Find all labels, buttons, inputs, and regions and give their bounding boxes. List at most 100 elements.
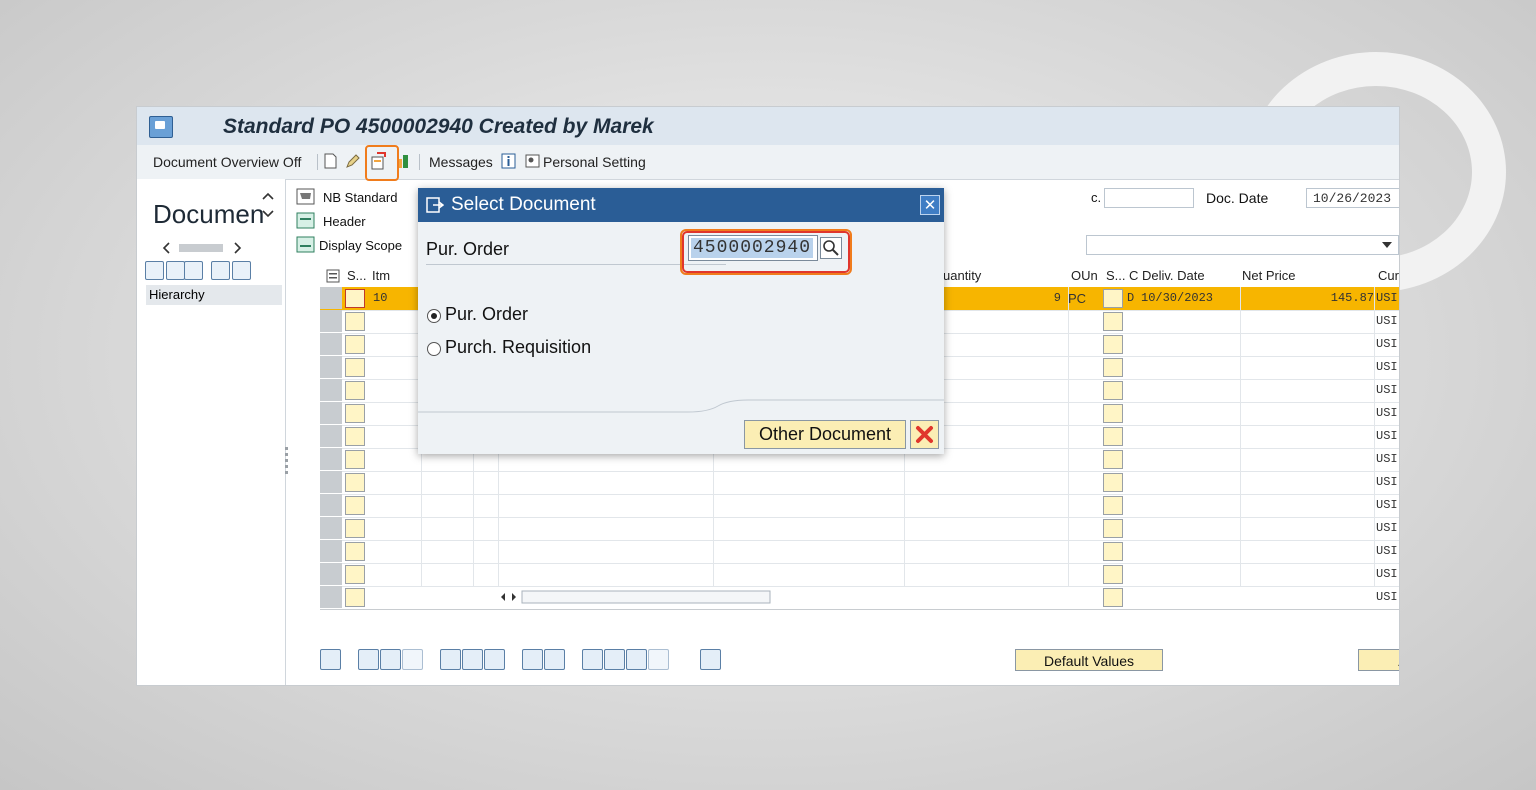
status-box[interactable] [345,358,365,377]
other-document-button[interactable]: Other Document [744,420,906,449]
col-status-2[interactable]: S... [1106,265,1126,287]
row-selector[interactable] [320,563,342,585]
find-tree-icon[interactable] [211,261,230,280]
cell-net-price[interactable]: 145.87 [1331,287,1374,310]
status-box[interactable] [345,335,365,354]
status-box[interactable] [345,473,365,492]
col-item[interactable]: Itm [372,265,390,287]
grid-settings-icon[interactable] [326,269,340,283]
col-order-unit[interactable]: OUn [1071,265,1098,287]
col-status[interactable]: S... [347,265,367,287]
cancel-button[interactable] [910,420,939,449]
hierarchy-header[interactable]: Hierarchy [146,285,282,305]
cell-quantity[interactable]: 9 [1054,287,1061,310]
row-selector[interactable] [320,287,342,309]
radio-purch-requisition[interactable] [427,342,441,356]
row-selector[interactable] [320,448,342,470]
deselect-icon[interactable] [402,649,423,670]
row-selector[interactable] [320,540,342,562]
doc-type-select[interactable]: NB Standard [323,190,397,205]
status-box[interactable] [345,381,365,400]
cell-currency[interactable]: USI [1376,494,1398,517]
row-selector[interactable] [320,517,342,539]
delete-icon[interactable] [440,649,461,670]
status-box[interactable] [345,588,365,607]
doc-field-input[interactable] [1104,188,1194,208]
status-box-2[interactable] [1103,565,1123,584]
row-selector[interactable] [320,425,342,447]
cell-currency[interactable]: USI [1376,448,1398,471]
select-block-icon[interactable] [380,649,401,670]
header-expand-icon[interactable] [296,212,315,229]
copy-tree-icon[interactable] [166,261,185,280]
status-box-2[interactable] [1103,358,1123,377]
table-row[interactable]: USI [320,540,1399,564]
status-box[interactable] [345,427,365,446]
row-selector[interactable] [320,471,342,493]
cell-deliv-date[interactable]: 10/30/2023 [1141,287,1213,310]
filter-off-icon[interactable] [648,649,669,670]
cell-currency[interactable]: USI [1376,425,1398,448]
change-pencil-icon[interactable] [345,153,360,169]
status-box[interactable] [345,289,365,308]
cell-currency[interactable]: USI [1376,563,1398,586]
lock-icon[interactable] [462,649,483,670]
status-box-2[interactable] [1103,519,1123,538]
copy-icon[interactable] [522,649,543,670]
messages-button[interactable]: Messages [429,154,493,170]
cell-currency[interactable]: USI [1376,402,1398,425]
status-box-2[interactable] [1103,381,1123,400]
expand-tree-icon[interactable] [145,261,164,280]
details-icon[interactable] [320,649,341,670]
status-box[interactable] [345,565,365,584]
sort-asc-icon[interactable] [582,649,603,670]
personal-setting-button[interactable]: Personal Setting [543,154,646,170]
cell-currency[interactable]: USI [1376,471,1398,494]
refresh-tree-icon[interactable] [184,261,203,280]
table-row[interactable]: USI [320,471,1399,495]
option-purch-requisition-label[interactable]: Purch. Requisition [445,337,591,358]
status-box-2[interactable] [1103,450,1123,469]
row-selector[interactable] [320,379,342,401]
row-selector[interactable] [320,333,342,355]
grid-horizontal-scrollbar[interactable] [500,589,772,605]
cell-currency[interactable]: USI [1376,310,1398,333]
status-box[interactable] [345,404,365,423]
cell-currency[interactable]: USI [1376,379,1398,402]
doc-date-input[interactable]: 10/26/2023 [1306,188,1399,208]
status-box[interactable] [345,496,365,515]
option-pur-order-label[interactable]: Pur. Order [445,304,528,325]
horizontal-scroller[interactable] [161,241,245,255]
cell-category[interactable]: D [1127,287,1134,310]
splitter-handle[interactable] [285,447,289,475]
display-scope-icon[interactable] [296,236,315,253]
table-row[interactable]: USI [320,563,1399,587]
app-menu-icon[interactable] [149,116,173,138]
item-selector[interactable] [1086,235,1399,255]
status-box-2[interactable] [1103,312,1123,331]
personal-setting-icon[interactable] [525,153,540,169]
unlock-icon[interactable] [484,649,505,670]
status-box[interactable] [345,450,365,469]
cell-currency[interactable]: USI [1376,356,1398,379]
col-deliv-date[interactable]: Deliv. Date [1142,265,1205,287]
row-selector[interactable] [320,586,342,608]
layout-tree-icon[interactable] [232,261,251,280]
row-selector[interactable] [320,494,342,516]
status-box-2[interactable] [1103,289,1123,308]
table-row[interactable]: USI [320,494,1399,518]
dialog-close-button[interactable]: ✕ [920,195,940,215]
cell-currency[interactable]: USI [1376,333,1398,356]
layout-icon[interactable] [544,649,565,670]
col-currency[interactable]: Cur [1378,265,1399,287]
table-row[interactable]: USI [320,517,1399,541]
status-box-2[interactable] [1103,335,1123,354]
chevron-updown-icon[interactable] [261,189,275,221]
create-document-icon[interactable] [323,153,338,169]
row-selector[interactable] [320,310,342,332]
sort-desc-icon[interactable] [604,649,625,670]
table-row[interactable]: USI [320,586,1399,610]
status-box-2[interactable] [1103,427,1123,446]
display-scope-button[interactable]: Display Scope [319,238,402,253]
status-box-2[interactable] [1103,404,1123,423]
